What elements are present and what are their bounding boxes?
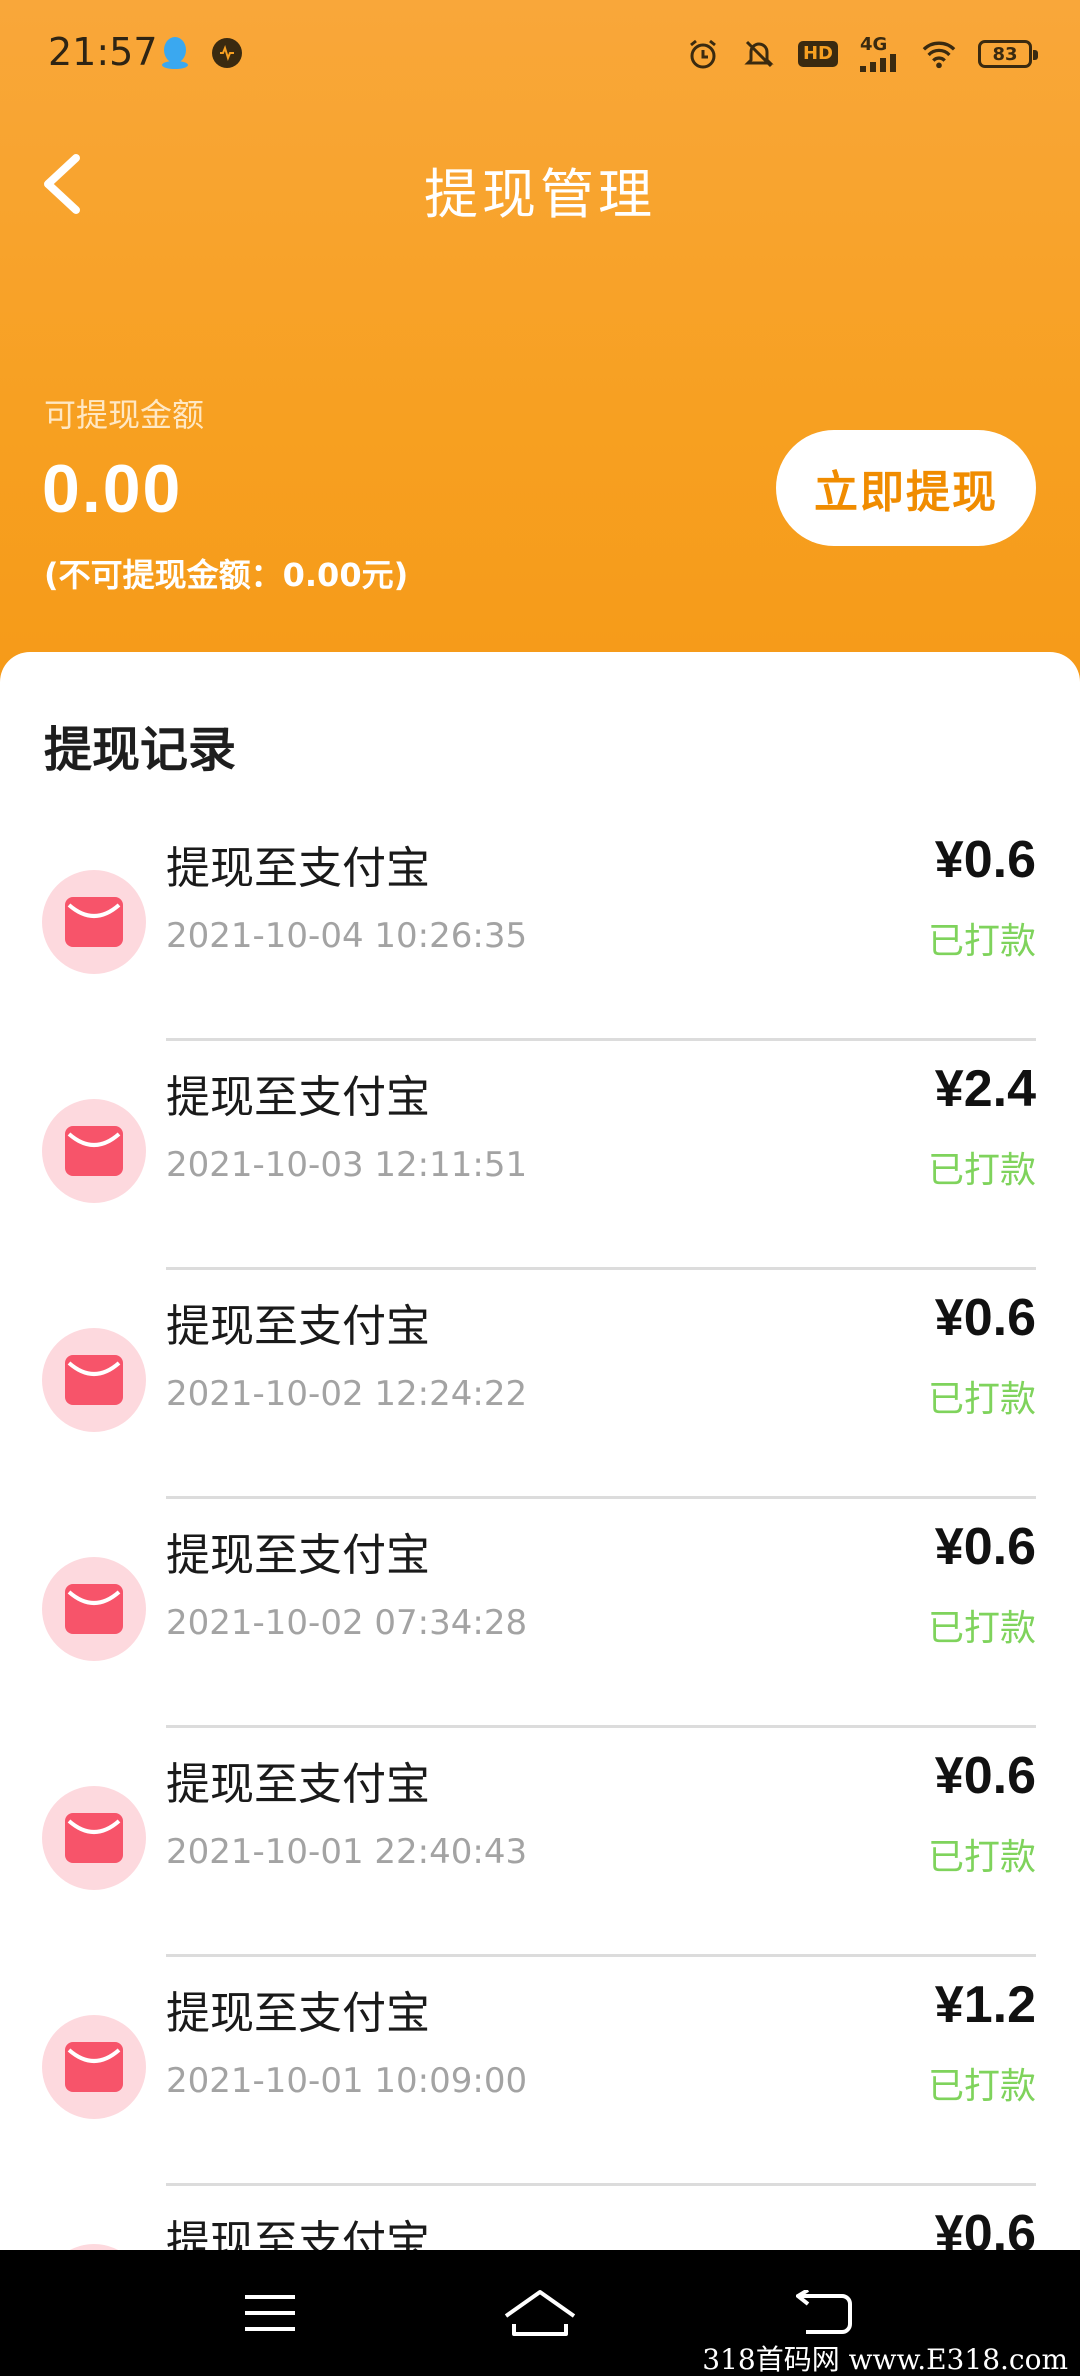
record-name: 提现至支付宝 — [166, 1988, 430, 2039]
home-icon — [504, 2290, 576, 2336]
red-packet-icon — [42, 1328, 146, 1432]
signal-icon — [860, 54, 896, 72]
record-time: 2021-10-04 10:26:35 — [166, 916, 528, 956]
record-time: 2021-10-02 07:34:28 — [166, 1603, 528, 1643]
record-status: 已打款 — [927, 1837, 1036, 1878]
watermark: 318首码网 www.E318.com — [702, 2343, 1068, 2376]
records-title: 提现记录 — [44, 722, 237, 778]
red-packet-icon — [42, 1099, 146, 1203]
hd-badge: HD — [797, 41, 838, 67]
record-name: 提现至支付宝 — [166, 1301, 430, 1352]
status-time: 21:57 — [48, 30, 158, 74]
record-amount: ¥2.4 — [934, 1060, 1036, 1118]
network-indicator: 4G — [860, 36, 900, 72]
return-icon — [796, 2290, 852, 2334]
record-time: 2021-10-01 10:09:00 — [166, 2061, 528, 2101]
audio-app-icon — [210, 36, 244, 70]
record-status: 已打款 — [927, 1379, 1036, 1420]
network-type: 4G — [860, 34, 888, 55]
record-status: 已打款 — [927, 921, 1036, 962]
record-status: 已打款 — [927, 1150, 1036, 1191]
record-item[interactable]: 提现至支付宝 2021-10-01 22:40:43 ¥0.6 已打款 — [0, 1728, 1080, 1957]
home-button[interactable] — [490, 2278, 590, 2348]
header-background: 21:57 HD 4G 83 提现管理 可提现金额 0.00 (不可提现金额：0… — [0, 0, 1080, 700]
menu-button[interactable] — [220, 2278, 320, 2348]
record-item[interactable]: 提现至支付宝 2021-10-03 12:11:51 ¥2.4 已打款 — [0, 1041, 1080, 1270]
balance-label: 可提现金额 — [44, 396, 205, 434]
record-amount: ¥1.2 — [934, 1976, 1036, 2034]
red-packet-icon — [42, 1557, 146, 1661]
battery-indicator: 83 — [978, 40, 1038, 68]
red-packet-icon — [42, 1786, 146, 1890]
red-packet-icon — [42, 870, 146, 974]
record-item[interactable]: 提现至支付宝 2021-10-02 07:34:28 ¥0.6 已打款 — [0, 1499, 1080, 1728]
record-amount: ¥0.6 — [934, 1518, 1036, 1576]
record-amount: ¥0.6 — [934, 831, 1036, 889]
qq-icon — [158, 36, 192, 70]
record-amount: ¥0.6 — [934, 1289, 1036, 1347]
record-time: 2021-10-03 12:11:51 — [166, 1145, 528, 1185]
menu-icon — [245, 2295, 295, 2331]
record-item[interactable]: 提现至支付宝 2021-10-04 10:26:35 ¥0.6 已打款 — [0, 812, 1080, 1041]
record-status: 已打款 — [927, 2066, 1036, 2107]
red-packet-icon — [42, 2015, 146, 2119]
alarm-icon — [686, 37, 720, 71]
record-list: 提现至支付宝 2021-10-04 10:26:35 ¥0.6 已打款 提现至支… — [0, 812, 1080, 2376]
record-time: 2021-10-02 12:24:22 — [166, 1374, 528, 1414]
mute-bell-icon — [742, 37, 776, 71]
page-title: 提现管理 — [424, 163, 656, 226]
withdraw-now-button[interactable]: 立即提现 — [776, 430, 1036, 546]
record-item[interactable]: 提现至支付宝 2021-10-02 12:24:22 ¥0.6 已打款 — [0, 1270, 1080, 1499]
wifi-icon — [922, 37, 956, 71]
record-name: 提现至支付宝 — [166, 1759, 430, 1810]
record-item[interactable]: 提现至支付宝 2021-10-01 10:09:00 ¥1.2 已打款 — [0, 1957, 1080, 2186]
record-amount: ¥0.6 — [934, 1747, 1036, 1805]
status-bar: 21:57 HD 4G 83 — [0, 0, 1080, 116]
balance-value: 0.00 — [42, 451, 183, 527]
unavailable-balance-note: (不可提现金额：0.00元) — [44, 556, 409, 594]
record-status: 已打款 — [927, 1608, 1036, 1649]
record-name: 提现至支付宝 — [166, 1072, 430, 1123]
record-name: 提现至支付宝 — [166, 1530, 430, 1581]
record-time: 2021-10-01 22:40:43 — [166, 1832, 528, 1872]
record-name: 提现至支付宝 — [166, 843, 430, 894]
records-panel: 提现记录 提现至支付宝 2021-10-04 10:26:35 ¥0.6 已打款… — [0, 652, 1080, 2348]
